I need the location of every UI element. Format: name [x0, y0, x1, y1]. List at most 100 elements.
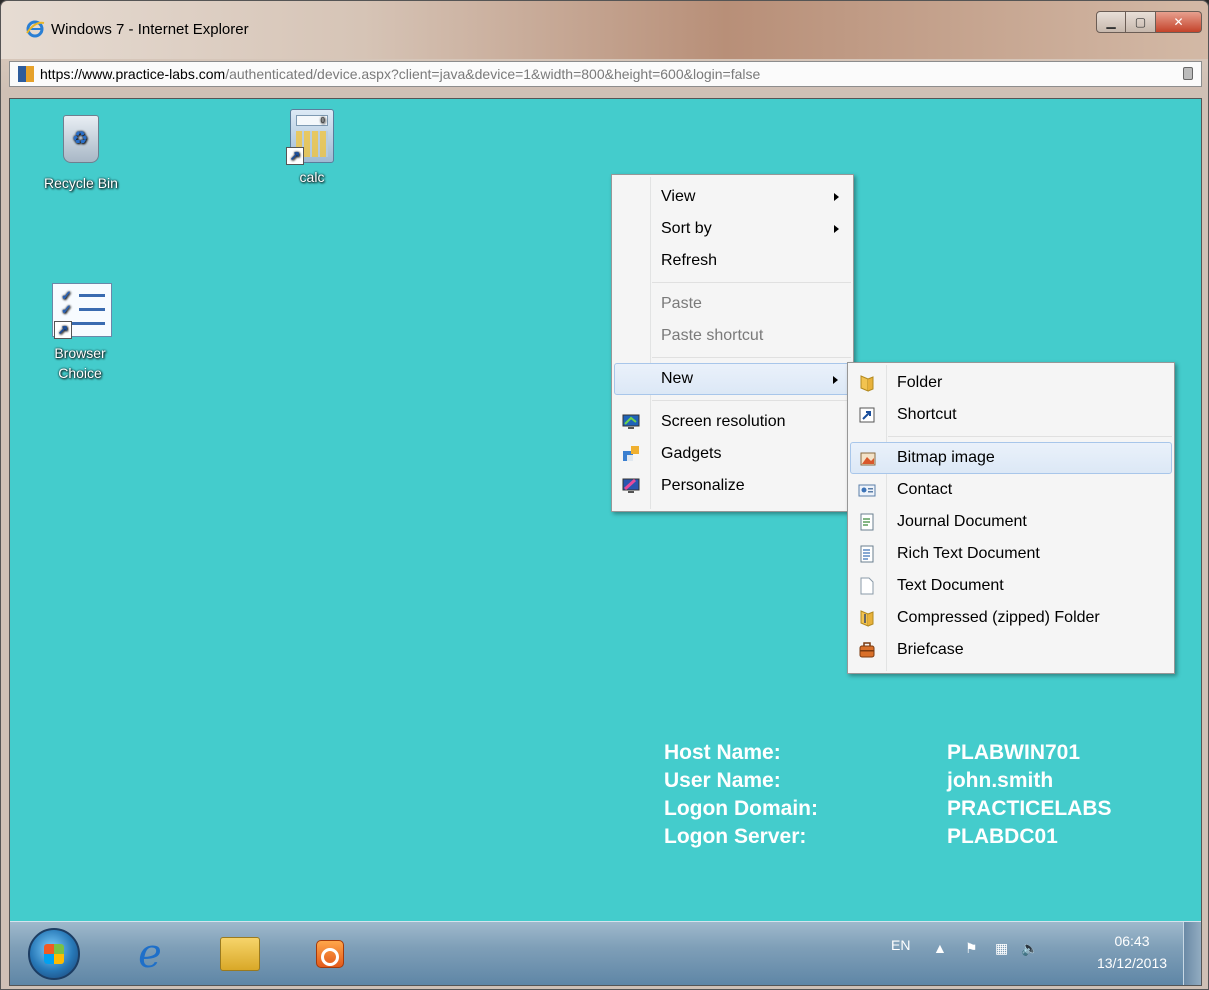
info-value: PLABWIN701	[947, 741, 1081, 764]
menu-item-label: Screen resolution	[661, 413, 786, 430]
menu-item-label: Briefcase	[897, 641, 964, 658]
menu-separator	[652, 282, 851, 283]
submenu-item-compressed-folder[interactable]: Compressed (zipped) Folder	[848, 602, 1174, 634]
info-row-user: User Name: john.smith	[664, 767, 1164, 795]
lock-icon[interactable]	[1183, 67, 1193, 80]
desktop-icon-label: calc	[299, 169, 325, 185]
address-bar[interactable]: https:// www.practice-labs.com /authenti…	[9, 61, 1202, 87]
info-row-server: Logon Server: PLABDC01	[664, 823, 1164, 851]
menu-item-personalize[interactable]: Personalize	[612, 470, 853, 502]
menu-item-label: Text Document	[897, 577, 1004, 594]
window-title: Windows 7 - Internet Explorer	[51, 21, 249, 38]
menu-item-paste: Paste	[612, 288, 853, 320]
contact-icon	[858, 484, 876, 497]
personalize-icon	[622, 478, 640, 493]
window-controls: ▁ ▢ ✕	[1096, 11, 1202, 39]
clock-date: 13/12/2013	[1096, 955, 1168, 971]
clock[interactable]: 06:43 13/12/2013	[1087, 930, 1177, 974]
desktop-context-menu: View Sort by Refresh Paste Paste shortcu…	[611, 174, 854, 512]
menu-item-label: Folder	[897, 374, 943, 391]
menu-separator	[652, 357, 851, 358]
menu-item-label: Personalize	[661, 477, 745, 494]
desktop-icon-calc[interactable]: 0 ↗ calc	[262, 109, 362, 185]
journal-icon	[860, 513, 874, 531]
shortcut-arrow-icon: ↗	[286, 147, 304, 165]
show-desktop-button[interactable]	[1183, 922, 1201, 985]
bitmap-icon	[860, 452, 876, 466]
info-label: Logon Server:	[664, 825, 807, 848]
title-bar[interactable]: Windows 7 - Internet Explorer ▁ ▢ ✕	[1, 1, 1208, 59]
menu-item-label: Compressed (zipped) Folder	[897, 609, 1100, 626]
action-center-flag-icon[interactable]: ⚑	[965, 940, 978, 957]
browser-choice-icon: ✓ ✓ ↗	[52, 283, 112, 339]
menu-item-view[interactable]: View	[612, 181, 853, 213]
url-protocol: https://	[40, 66, 83, 82]
url-path: /authenticated/device.aspx?client=java&d…	[225, 66, 761, 82]
menu-item-gadgets[interactable]: Gadgets	[612, 438, 853, 470]
shortcut-icon	[859, 407, 875, 423]
screen-resolution-icon	[622, 414, 640, 429]
taskbar-internet-explorer[interactable]: e	[128, 931, 172, 977]
desktop-icon-browser-choice[interactable]: ✓ ✓ ↗ Browser Choice	[30, 283, 130, 383]
menu-item-label: Rich Text Document	[897, 545, 1040, 562]
taskbar-media-player[interactable]	[308, 932, 352, 976]
windows-explorer-icon	[220, 937, 260, 971]
windows-logo-icon	[44, 944, 64, 964]
taskbar: e EN ▲ ⚑ ▦ 🔈 06:43 13/12/2013	[10, 921, 1201, 985]
rich-text-icon	[860, 545, 874, 563]
briefcase-icon	[859, 642, 875, 658]
menu-item-paste-shortcut: Paste shortcut	[612, 320, 853, 352]
menu-item-sort-by[interactable]: Sort by	[612, 213, 853, 245]
info-value: john.smith	[947, 769, 1054, 792]
folder-icon	[860, 375, 874, 392]
menu-item-label: Paste shortcut	[661, 327, 764, 344]
submenu-item-contact[interactable]: Contact	[848, 474, 1174, 506]
menu-item-label: Bitmap image	[897, 449, 995, 466]
language-indicator[interactable]: EN	[891, 937, 910, 953]
minimize-button[interactable]: ▁	[1096, 11, 1126, 33]
internet-explorer-icon: e	[138, 931, 162, 977]
zip-folder-icon	[860, 610, 874, 627]
info-row-domain: Logon Domain: PRACTICELABS	[664, 795, 1164, 823]
network-icon[interactable]: ▦	[995, 940, 1008, 957]
site-favicon-icon	[18, 66, 34, 82]
taskbar-windows-explorer[interactable]	[218, 932, 262, 976]
gadgets-icon	[623, 446, 639, 461]
desktop-icon-label: Recycle Bin	[44, 175, 118, 191]
submenu-item-bitmap-image[interactable]: Bitmap image	[850, 442, 1172, 474]
submenu-item-journal-document[interactable]: Journal Document	[848, 506, 1174, 538]
menu-item-refresh[interactable]: Refresh	[612, 245, 853, 277]
info-label: User Name:	[664, 769, 781, 792]
menu-item-label: New	[661, 370, 694, 387]
submenu-item-text-document[interactable]: Text Document	[848, 570, 1174, 602]
desktop-icon-recycle-bin[interactable]: Recycle Bin	[31, 111, 131, 191]
media-player-icon	[316, 940, 344, 968]
submenu-item-shortcut[interactable]: Shortcut	[848, 399, 1174, 431]
calculator-icon: 0 ↗	[284, 109, 340, 165]
info-label: Host Name:	[664, 741, 781, 764]
menu-item-label: Gadgets	[661, 445, 722, 462]
submenu-item-folder[interactable]: Folder	[848, 367, 1174, 399]
recycle-bin-icon	[53, 115, 109, 171]
menu-item-label: Sort by	[661, 220, 712, 237]
internet-explorer-icon	[26, 20, 45, 38]
menu-separator	[652, 400, 851, 401]
menu-item-label: Refresh	[661, 252, 718, 269]
system-tray: EN ▲ ⚑ ▦ 🔈 06:43 13/12/2013	[861, 922, 1167, 985]
maximize-button[interactable]: ▢	[1126, 11, 1156, 33]
show-hidden-icons-icon[interactable]: ▲	[933, 940, 947, 956]
close-button[interactable]: ✕	[1156, 11, 1202, 33]
submenu-arrow-icon	[833, 376, 838, 384]
submenu-item-briefcase[interactable]: Briefcase	[848, 634, 1174, 666]
ie-window: Windows 7 - Internet Explorer ▁ ▢ ✕ http…	[0, 0, 1209, 990]
start-button[interactable]	[28, 928, 80, 980]
menu-item-label: Shortcut	[897, 406, 957, 423]
menu-item-new[interactable]: New	[614, 363, 851, 395]
info-value: PLABDC01	[947, 825, 1058, 848]
menu-item-screen-resolution[interactable]: Screen resolution	[612, 406, 853, 438]
submenu-item-rich-text-document[interactable]: Rich Text Document	[848, 538, 1174, 570]
url-host: www.practice-labs.com	[82, 66, 226, 82]
clock-time: 06:43	[1114, 933, 1150, 949]
volume-icon[interactable]: 🔈	[1021, 940, 1038, 957]
remote-desktop[interactable]: Recycle Bin 0 ↗ calc ✓ ✓ ↗	[9, 98, 1202, 986]
